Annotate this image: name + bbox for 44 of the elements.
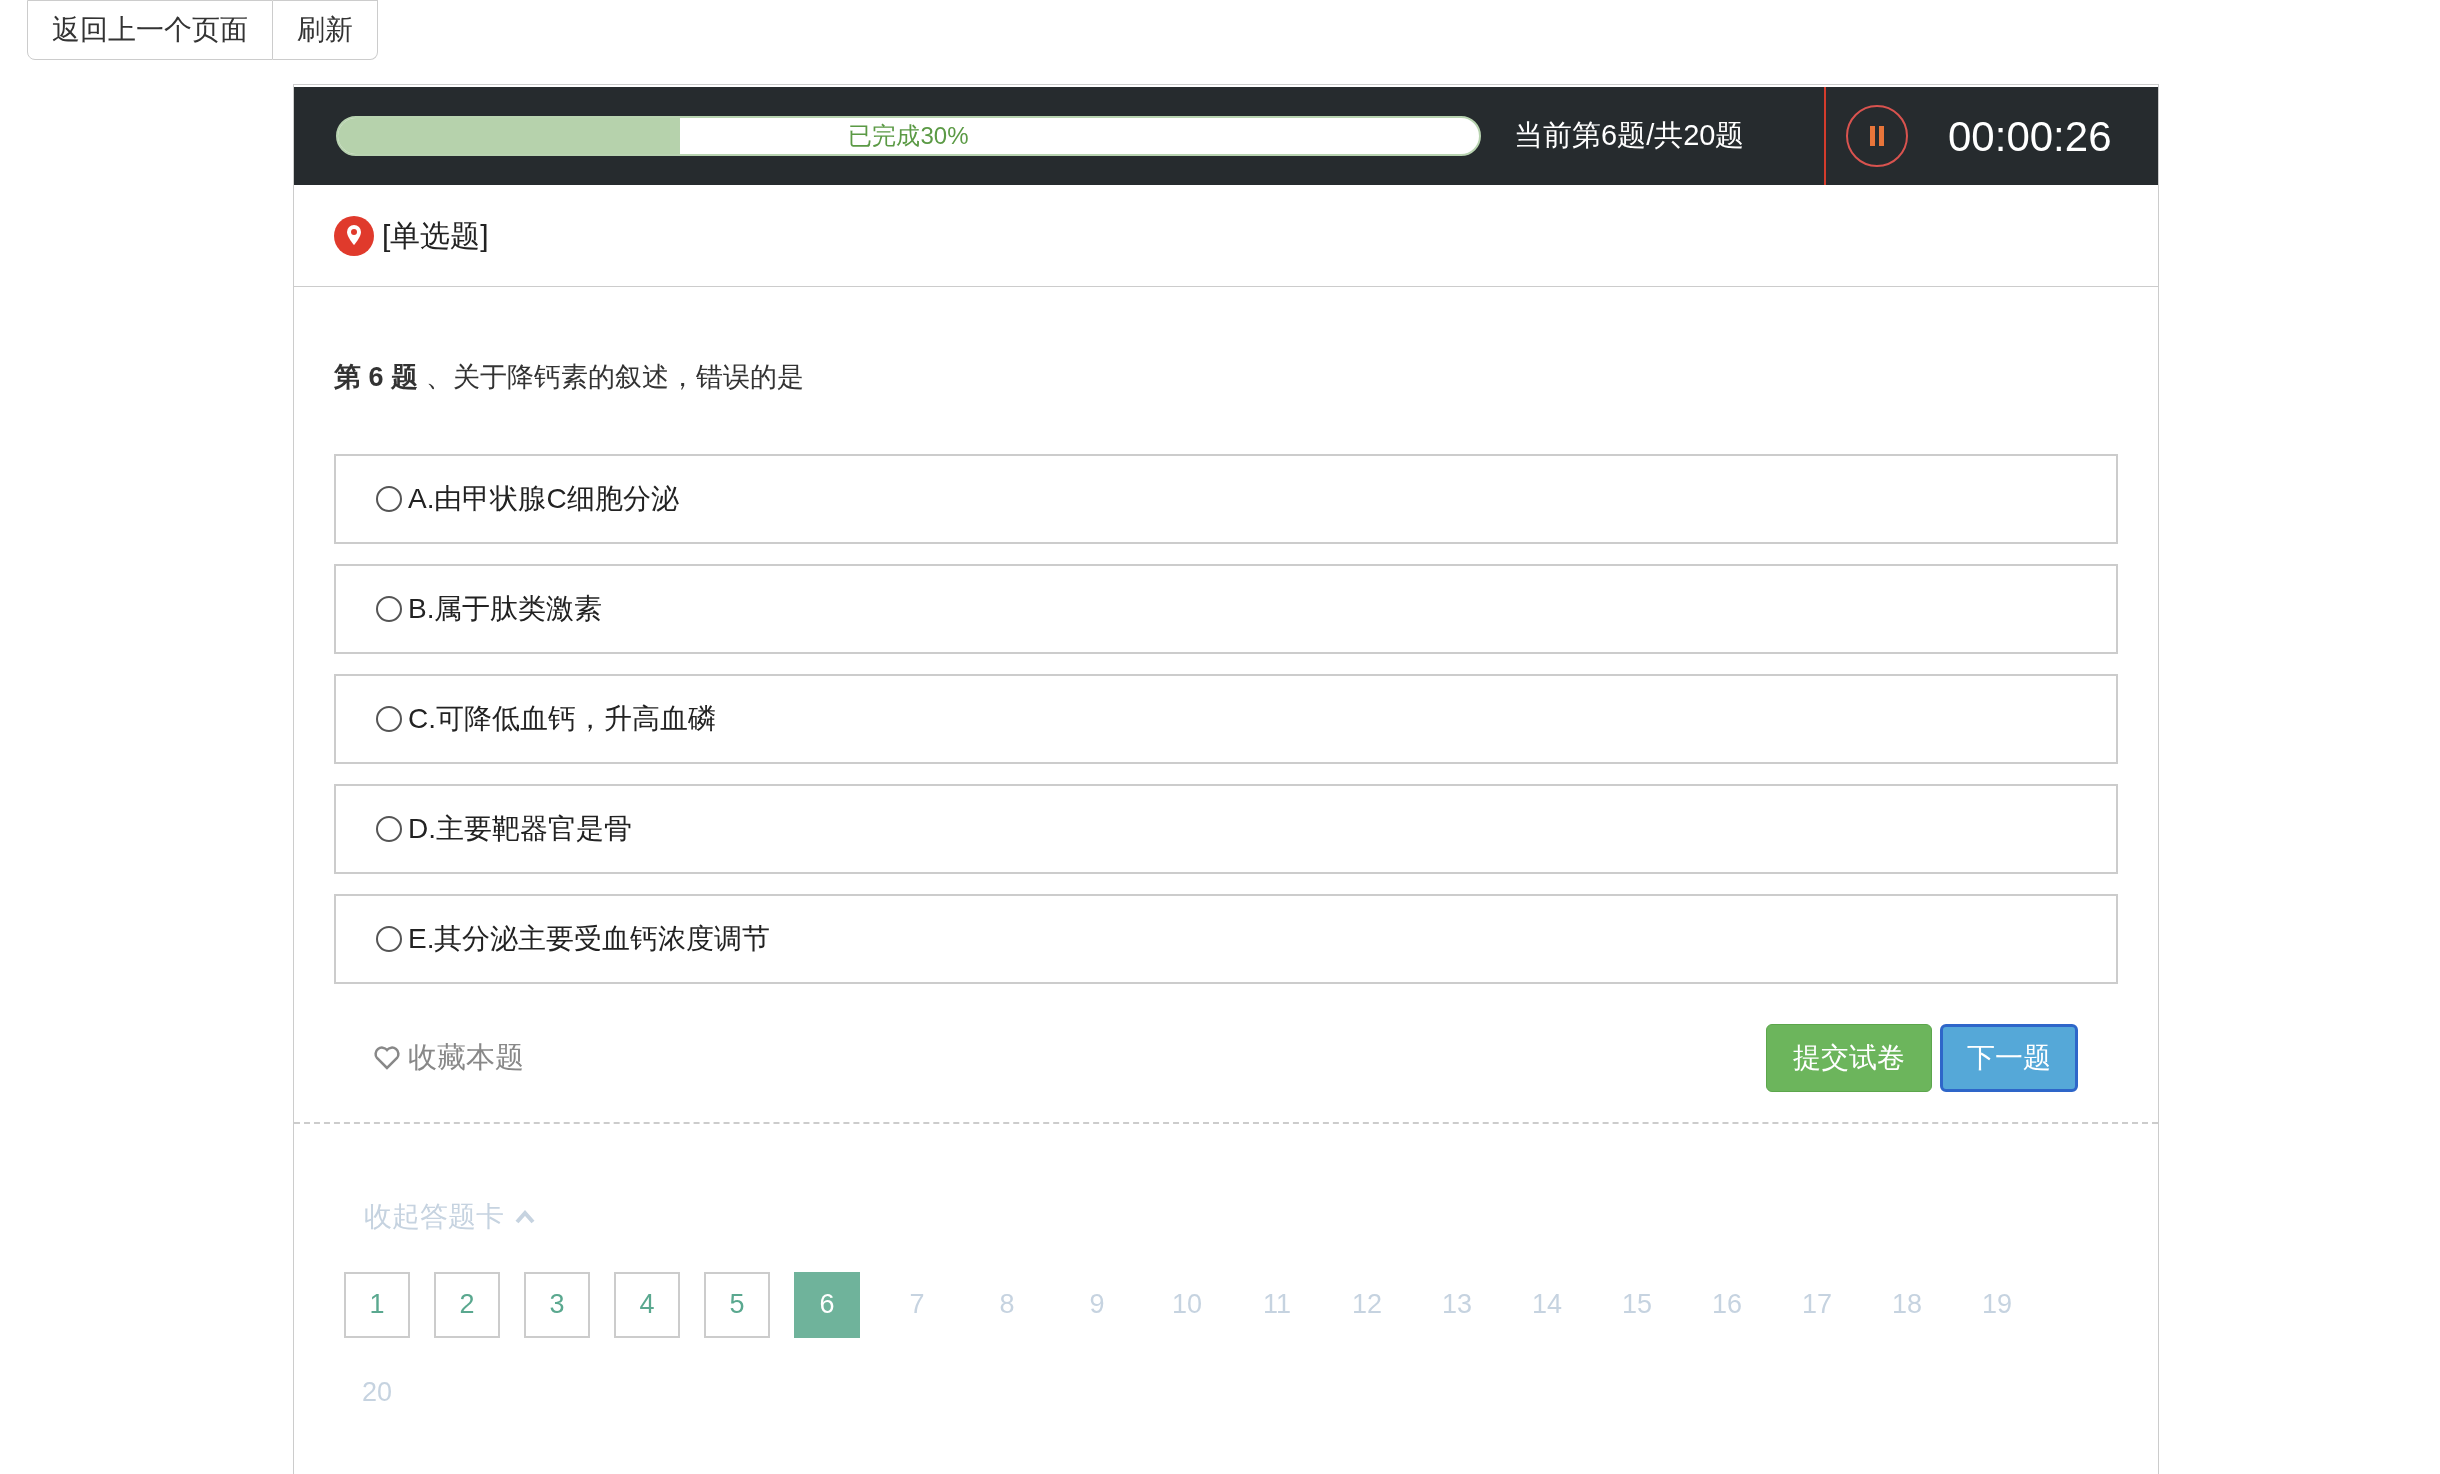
question-number[interactable]: 18 — [1874, 1271, 1940, 1338]
question-number[interactable]: 1 — [344, 1271, 410, 1338]
question-number[interactable]: 9 — [1064, 1271, 1130, 1338]
question-number[interactable]: 8 — [974, 1271, 1040, 1338]
radio-button[interactable] — [376, 485, 402, 512]
question-number[interactable]: 17 — [1784, 1271, 1850, 1338]
pause-icon — [1870, 126, 1884, 146]
question-number[interactable]: 4 — [614, 1271, 680, 1338]
question-number[interactable]: 6 — [794, 1271, 860, 1338]
radio-button[interactable] — [376, 815, 402, 842]
question-number[interactable]: 3 — [524, 1271, 590, 1338]
back-button[interactable]: 返回上一个页面 — [27, 0, 273, 60]
next-button[interactable]: 下一题 — [1940, 1023, 2078, 1092]
question-number[interactable]: 11 — [1244, 1271, 1310, 1338]
question-number[interactable]: 20 — [344, 1359, 410, 1426]
radio-button[interactable] — [376, 595, 402, 622]
timer: 00:00:26 — [1948, 111, 2112, 162]
answer-option[interactable]: B.属于肽类激素 — [334, 563, 2118, 654]
answer-option[interactable]: D.主要靶器官是骨 — [334, 783, 2118, 874]
progress-label: 已完成30% — [848, 121, 969, 151]
refresh-button[interactable]: 刷新 — [273, 0, 378, 60]
question-number[interactable]: 5 — [704, 1271, 770, 1338]
question-number[interactable]: 13 — [1424, 1271, 1490, 1338]
question-number[interactable]: 7 — [884, 1271, 950, 1338]
answer-option[interactable]: C.可降低血钙，升高血磷 — [334, 673, 2118, 764]
question-number[interactable]: 14 — [1514, 1271, 1580, 1338]
question-number[interactable]: 15 — [1604, 1271, 1670, 1338]
question-counter: 当前第6题/共20题 — [1514, 118, 1746, 154]
location-pin-icon — [334, 215, 374, 256]
pause-button[interactable] — [1846, 105, 1908, 167]
question-number[interactable]: 16 — [1694, 1271, 1760, 1338]
radio-button[interactable] — [376, 925, 402, 952]
question-number[interactable]: 19 — [1964, 1271, 2030, 1338]
question-number[interactable]: 2 — [434, 1271, 500, 1338]
radio-button[interactable] — [376, 705, 402, 732]
answer-option[interactable]: A.由甲状腺C细胞分泌 — [334, 453, 2118, 544]
question-text: 第 6 题 、关于降钙素的叙述，错误的是 — [334, 361, 805, 394]
submit-button[interactable]: 提交试卷 — [1766, 1023, 1932, 1092]
question-type: [单选题] — [382, 218, 489, 254]
question-number[interactable]: 12 — [1334, 1271, 1400, 1338]
question-number[interactable]: 10 — [1154, 1271, 1220, 1338]
collapse-toggle[interactable]: 收起答题卡 — [364, 1195, 536, 1238]
favorite-button[interactable]: 收藏本题 — [374, 1035, 524, 1080]
answer-option[interactable]: E.其分泌主要受血钙浓度调节 — [334, 893, 2118, 984]
